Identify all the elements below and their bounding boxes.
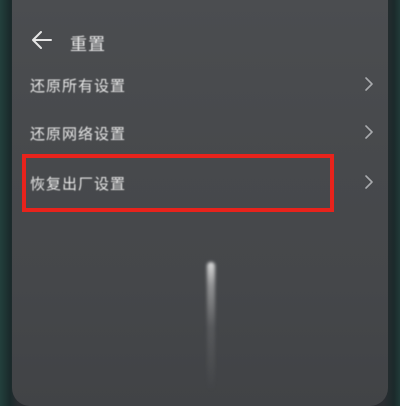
phone-frame: 重置 还原所有设置 还原网络设置 恢复出厂设置 bbox=[0, 0, 400, 406]
chevron-right-icon bbox=[365, 77, 373, 91]
status-bar bbox=[26, 0, 166, 10]
reset-all-settings-label: 还原所有设置 bbox=[30, 77, 127, 95]
page-title: 重置 bbox=[70, 35, 106, 55]
app-header: 重置 bbox=[12, 22, 388, 58]
arrow-left-icon bbox=[32, 31, 52, 49]
chevron-right-icon bbox=[365, 175, 373, 189]
reset-network-settings-item[interactable]: 还原网络设置 bbox=[12, 110, 388, 156]
back-button[interactable] bbox=[30, 28, 54, 52]
phone-screen: 重置 还原所有设置 还原网络设置 恢复出厂设置 bbox=[12, 0, 388, 406]
factory-reset-item[interactable]: 恢复出厂设置 bbox=[12, 160, 388, 206]
reset-network-settings-label: 还原网络设置 bbox=[30, 125, 127, 143]
factory-reset-label: 恢复出厂设置 bbox=[30, 175, 127, 193]
reset-all-settings-item[interactable]: 还原所有设置 bbox=[12, 62, 388, 108]
screen-glare-reflection bbox=[207, 262, 215, 392]
chevron-right-icon bbox=[365, 125, 373, 139]
